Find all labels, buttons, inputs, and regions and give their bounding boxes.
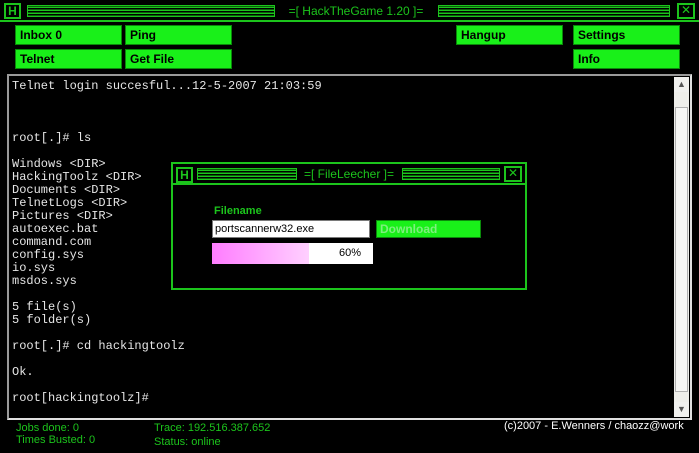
scroll-up-icon[interactable]: ▲ bbox=[674, 77, 689, 92]
dialog-grip-left bbox=[197, 168, 297, 180]
telnet-button[interactable]: Telnet bbox=[15, 49, 122, 69]
scroll-down-icon[interactable]: ▼ bbox=[674, 402, 689, 417]
get-file-button[interactable]: Get File bbox=[125, 49, 232, 69]
info-button[interactable]: Info bbox=[573, 49, 680, 69]
titlebar-grip-left bbox=[27, 5, 275, 17]
dialog-close-icon[interactable]: ✕ bbox=[504, 166, 522, 182]
dialog-grip-right bbox=[402, 168, 500, 180]
filename-input[interactable]: portscannerw32.exe bbox=[212, 220, 370, 238]
copyright-text: (c)2007 - E.Wenners / chaozz@work bbox=[504, 420, 684, 432]
jobs-done-text: Jobs done: 0 bbox=[16, 422, 79, 434]
download-button[interactable]: Download bbox=[376, 220, 481, 238]
times-busted-text: Times Busted: 0 bbox=[16, 434, 96, 446]
close-icon[interactable]: ✕ bbox=[677, 3, 695, 19]
dialog-title: =[ FileLeecher ]= bbox=[303, 167, 395, 181]
vertical-scrollbar[interactable]: ▲ ▼ bbox=[674, 77, 689, 417]
progress-fill bbox=[212, 243, 309, 264]
download-progress-bar: 60% bbox=[212, 243, 373, 264]
dialog-titlebar[interactable]: H =[ FileLeecher ]= ✕ bbox=[173, 164, 525, 185]
main-titlebar[interactable]: H =[ HackTheGame 1.20 ]= ✕ bbox=[0, 0, 699, 22]
fileleecher-dialog: H =[ FileLeecher ]= ✕ Filename portscann… bbox=[171, 162, 527, 290]
settings-button[interactable]: Settings bbox=[573, 25, 680, 45]
trace-text: Trace: 192.516.387.652 bbox=[154, 422, 271, 434]
hangup-button[interactable]: Hangup bbox=[456, 25, 563, 45]
inbox-button[interactable]: Inbox 0 bbox=[15, 25, 122, 45]
titlebar-grip-right bbox=[438, 5, 670, 17]
scroll-thumb[interactable] bbox=[675, 107, 688, 392]
filename-label: Filename bbox=[214, 205, 262, 217]
dialog-logo-icon: H bbox=[176, 167, 193, 183]
connection-status-text: Status: online bbox=[154, 436, 221, 448]
progress-percent-text: 60% bbox=[338, 247, 361, 259]
window-title: =[ HackTheGame 1.20 ]= bbox=[288, 4, 424, 18]
ping-button[interactable]: Ping bbox=[125, 25, 232, 45]
app-logo-icon: H bbox=[4, 3, 21, 19]
